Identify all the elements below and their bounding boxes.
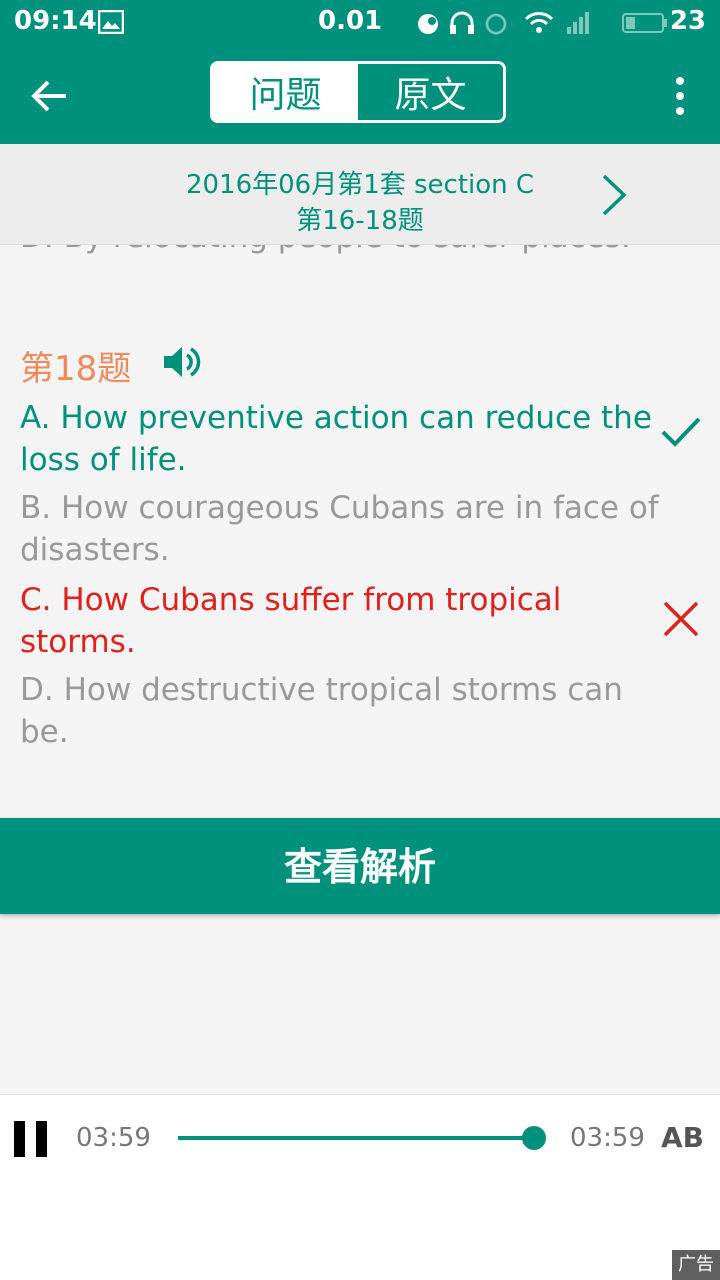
status-time: 09:14 xyxy=(14,6,97,36)
view-toggle: 问题 原文 xyxy=(210,61,506,123)
tab-questions[interactable]: 问题 xyxy=(213,64,358,120)
progress-track[interactable] xyxy=(178,1136,534,1140)
check-icon xyxy=(660,415,702,449)
ad-badge[interactable]: 广告 xyxy=(672,1250,720,1280)
option-b[interactable]: B. How courageous Cubans are in face of … xyxy=(20,487,700,571)
app-bar: 问题 原文 xyxy=(0,46,720,144)
close-icon xyxy=(662,600,700,638)
image-notification-icon xyxy=(97,9,125,38)
ad-area: 广告 xyxy=(0,1181,720,1280)
wifi-icon xyxy=(524,12,554,33)
battery-icon xyxy=(622,12,668,38)
more-options-button[interactable] xyxy=(670,74,690,118)
ab-repeat-button[interactable]: AB xyxy=(661,1121,704,1154)
arrow-left-icon xyxy=(31,80,66,112)
signal-icon xyxy=(567,12,589,34)
total-time: 03:59 xyxy=(570,1123,645,1153)
current-time: 03:59 xyxy=(76,1123,151,1153)
pause-button[interactable] xyxy=(14,1121,48,1157)
status-icons xyxy=(372,9,612,41)
question-content: D. By relocating people to safer places.… xyxy=(0,245,720,815)
tab-original-text[interactable]: 原文 xyxy=(358,64,503,120)
nfc-icon xyxy=(418,14,438,34)
option-a[interactable]: A. How preventive action can reduce the … xyxy=(20,397,660,481)
section-header: 2016年06月第1套 section C 第16-18题 xyxy=(0,144,720,245)
question-title: 第18题 xyxy=(20,349,132,389)
status-bar: 09:14 0.01 23 xyxy=(0,0,720,46)
speaker-icon[interactable] xyxy=(162,343,202,381)
option-c[interactable]: C. How Cubans suffer from tropical storm… xyxy=(20,579,660,663)
battery-level: 23 xyxy=(669,6,706,36)
back-button[interactable] xyxy=(28,76,72,116)
headphones-icon xyxy=(450,11,474,34)
progress-handle[interactable] xyxy=(522,1126,546,1150)
more-vertical-icon xyxy=(676,77,684,115)
next-section-button[interactable] xyxy=(600,172,628,218)
option-d[interactable]: D. How destructive tropical storms can b… xyxy=(20,669,660,753)
previous-option[interactable]: D. By relocating people to safer places. xyxy=(20,245,631,255)
chevron-right-icon xyxy=(602,174,627,216)
alarm-icon xyxy=(485,13,507,35)
audio-player: 03:59 03:59 AB xyxy=(0,1094,720,1182)
view-analysis-button[interactable]: 查看解析 xyxy=(0,818,720,914)
pause-icon xyxy=(14,1121,25,1157)
